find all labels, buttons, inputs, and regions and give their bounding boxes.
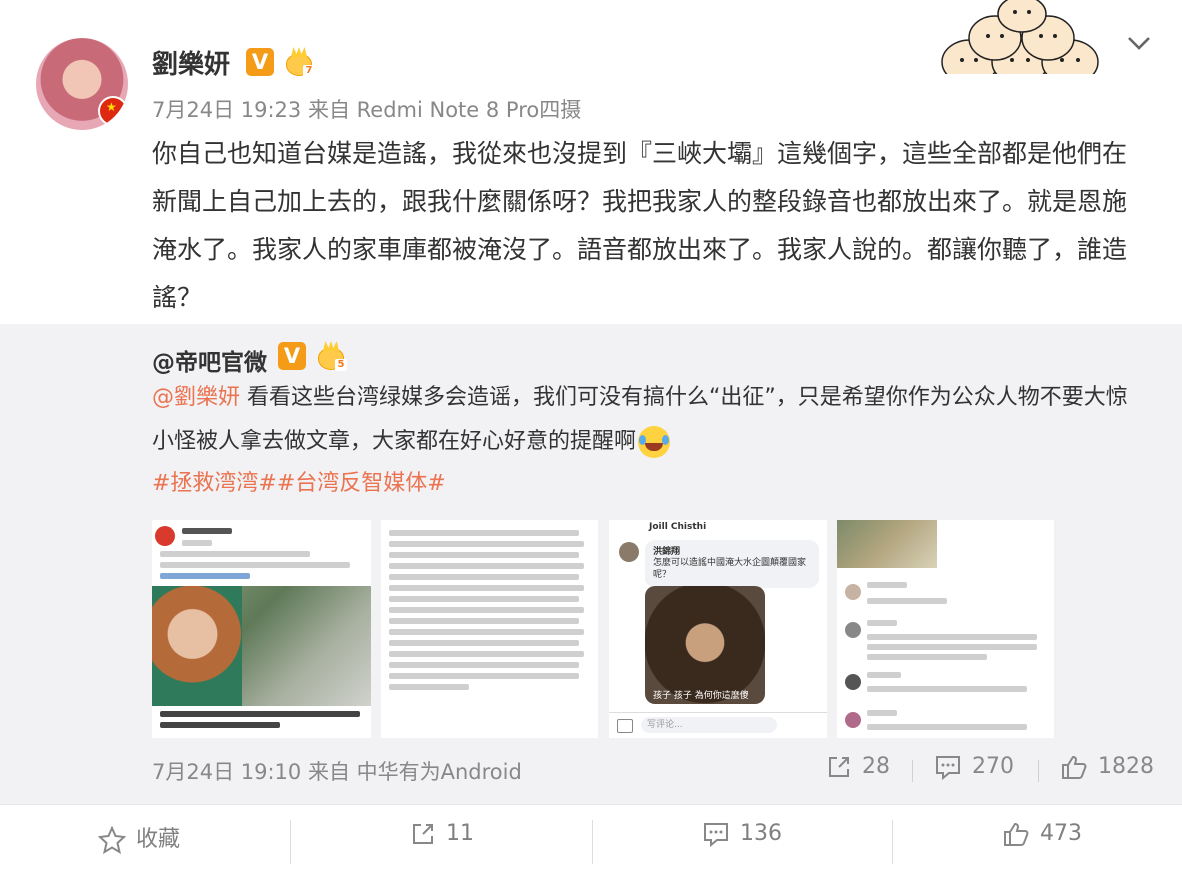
thumb3-name: Joill Chisthi — [649, 522, 707, 532]
divider — [1038, 760, 1039, 782]
repost-forward-count: 28 — [862, 754, 890, 779]
thumbs-up-icon — [1004, 822, 1029, 846]
comment-icon — [704, 823, 728, 847]
image-thumbnail-1[interactable] — [152, 520, 371, 738]
share-icon — [829, 757, 849, 777]
post-time-source: 7月24日 19:23 来自 Redmi Note 8 Pro四摄 — [152, 98, 582, 122]
star-icon — [98, 826, 126, 854]
thumb3-sender: 洪錦翔 — [653, 547, 681, 557]
verified-v-icon: V — [278, 342, 306, 370]
divider — [592, 820, 593, 864]
like-count: 473 — [1040, 821, 1082, 846]
repost-like-button[interactable]: 1828 — [1060, 754, 1154, 780]
repost-forward-button[interactable]: 28 — [826, 754, 890, 780]
chevron-down-icon[interactable] — [1126, 30, 1152, 56]
repost-comment-count: 270 — [972, 754, 1014, 779]
mention-link[interactable]: @劉樂妍 — [152, 385, 240, 410]
thumb3-caption: 孩子 孩子 為何你這麼傻 — [653, 691, 749, 701]
divider — [912, 760, 913, 782]
mascot-decoration-icon — [940, 0, 1110, 85]
collect-label: 收藏 — [136, 827, 181, 852]
laughing-tears-emoji-icon — [638, 426, 671, 458]
repost-text: @劉樂妍 看看这些台湾绿媒多会造谣，我们可没有搞什么“出征”，只是希望你作为公众… — [152, 376, 1147, 464]
repost-like-count: 1828 — [1098, 754, 1154, 779]
hashtag-links[interactable]: #拯救湾湾##台湾反智媒体# — [152, 465, 446, 497]
image-thumbnail-4[interactable] — [837, 520, 1054, 738]
divider — [290, 820, 291, 864]
forward-button[interactable]: 11 — [410, 821, 474, 847]
vip-crown-icon: 7 — [284, 46, 315, 77]
repost-author[interactable]: @帝吧官微 — [152, 343, 267, 377]
image-thumbnail-3[interactable]: Joill Chisthi 洪錦翔 怎麼可以造謠中國淹大水企圖顛覆國家呢？ 孩子… — [609, 520, 827, 738]
author-name[interactable]: 劉樂妍 — [152, 44, 230, 81]
repost-time-source: 7月24日 19:10 来自 中华有为Android — [152, 760, 522, 784]
thumb3-input: 写评论... — [641, 717, 777, 733]
collect-button[interactable]: 收藏 — [98, 821, 180, 854]
thumbs-up-icon — [1062, 755, 1087, 779]
comment-count: 136 — [740, 821, 782, 846]
image-thumbnail-2[interactable] — [381, 520, 598, 738]
comment-button[interactable]: 136 — [702, 821, 782, 847]
author-avatar[interactable] — [36, 38, 128, 130]
divider — [892, 820, 893, 864]
weibo-post: 劉樂妍 V 7 7月24日 19:23 来自 Redmi Note 8 Pro四… — [0, 0, 1182, 877]
vip-crown-icon: 5 — [316, 340, 347, 371]
forward-count: 11 — [446, 821, 474, 846]
china-flag-icon — [98, 96, 128, 126]
comment-icon — [936, 756, 960, 780]
like-button[interactable]: 473 — [1002, 821, 1082, 847]
post-text: 你自己也知道台媒是造謠，我從來也沒提到『三峽大壩』這幾個字，這些全部都是他們在新… — [152, 139, 1128, 312]
verified-v-icon: V — [246, 48, 274, 76]
thumb3-bubble: 怎麼可以造謠中國淹大水企圖顛覆國家呢？ — [653, 558, 807, 580]
repost-comment-button[interactable]: 270 — [934, 754, 1014, 780]
share-icon — [413, 824, 433, 844]
